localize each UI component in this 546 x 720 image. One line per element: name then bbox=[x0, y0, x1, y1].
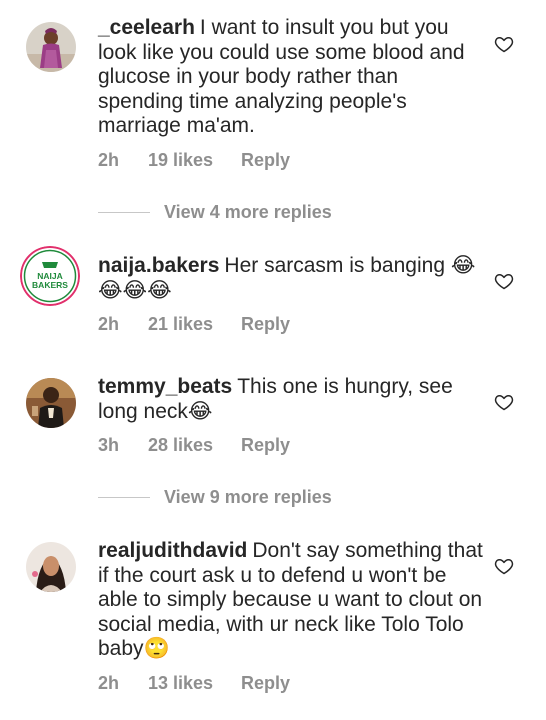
comment-meta: 2h 21 likes Reply bbox=[98, 314, 290, 335]
view-more-replies[interactable]: View 9 more replies bbox=[98, 487, 332, 508]
heart-icon[interactable] bbox=[494, 34, 514, 54]
avatar-image bbox=[26, 542, 76, 592]
heart-icon[interactable] bbox=[494, 556, 514, 576]
heart-icon[interactable] bbox=[494, 392, 514, 412]
username[interactable]: _ceelearh bbox=[98, 16, 195, 39]
likes-count[interactable]: 19 likes bbox=[148, 150, 241, 171]
reply-button[interactable]: Reply bbox=[241, 435, 290, 456]
comment-time: 2h bbox=[98, 314, 120, 334]
avatar-temmy-beats[interactable] bbox=[26, 378, 76, 428]
view-more-replies[interactable]: View 4 more replies bbox=[98, 202, 332, 223]
comment-time: 3h bbox=[98, 435, 120, 455]
view-more-label[interactable]: View 4 more replies bbox=[164, 202, 332, 223]
reply-button[interactable]: Reply bbox=[241, 314, 290, 335]
comment-body: _ceelearh I want to insult you but you lo… bbox=[98, 16, 488, 139]
svg-text:BAKERS: BAKERS bbox=[32, 280, 68, 290]
avatar-image bbox=[26, 22, 76, 72]
likes-count[interactable]: 13 likes bbox=[148, 673, 241, 694]
comment-body: temmy_beats This one is hungry, see long … bbox=[98, 375, 488, 424]
avatar-image: NAIJA BAKERS bbox=[20, 246, 80, 306]
avatar-realjudithdavid[interactable] bbox=[26, 542, 76, 592]
heart-icon[interactable] bbox=[494, 271, 514, 291]
reply-button[interactable]: Reply bbox=[241, 150, 290, 171]
username[interactable]: naija.bakers bbox=[98, 254, 219, 277]
avatar-naija-bakers[interactable]: NAIJA BAKERS bbox=[20, 246, 80, 306]
username[interactable]: realjudithdavid bbox=[98, 539, 247, 562]
comment-time: 2h bbox=[98, 150, 120, 170]
reply-button[interactable]: Reply bbox=[241, 673, 290, 694]
divider-line bbox=[98, 497, 150, 498]
likes-count[interactable]: 28 likes bbox=[148, 435, 241, 456]
comment-meta: 3h 28 likes Reply bbox=[98, 435, 290, 456]
comment-meta: 2h 19 likes Reply bbox=[98, 150, 290, 171]
avatar-image bbox=[26, 378, 76, 428]
username[interactable]: temmy_beats bbox=[98, 375, 232, 398]
divider-line bbox=[98, 212, 150, 213]
view-more-label[interactable]: View 9 more replies bbox=[164, 487, 332, 508]
likes-count[interactable]: 21 likes bbox=[148, 314, 241, 335]
comment-meta: 2h 13 likes Reply bbox=[98, 673, 290, 694]
comment-body: realjudithdavid Don't say something that … bbox=[98, 539, 488, 662]
avatar-ceelearh[interactable] bbox=[26, 22, 76, 72]
comment-body: naija.bakers Her sarcasm is banging 😂😂😂😂 bbox=[98, 254, 488, 303]
comment-time: 2h bbox=[98, 673, 120, 693]
